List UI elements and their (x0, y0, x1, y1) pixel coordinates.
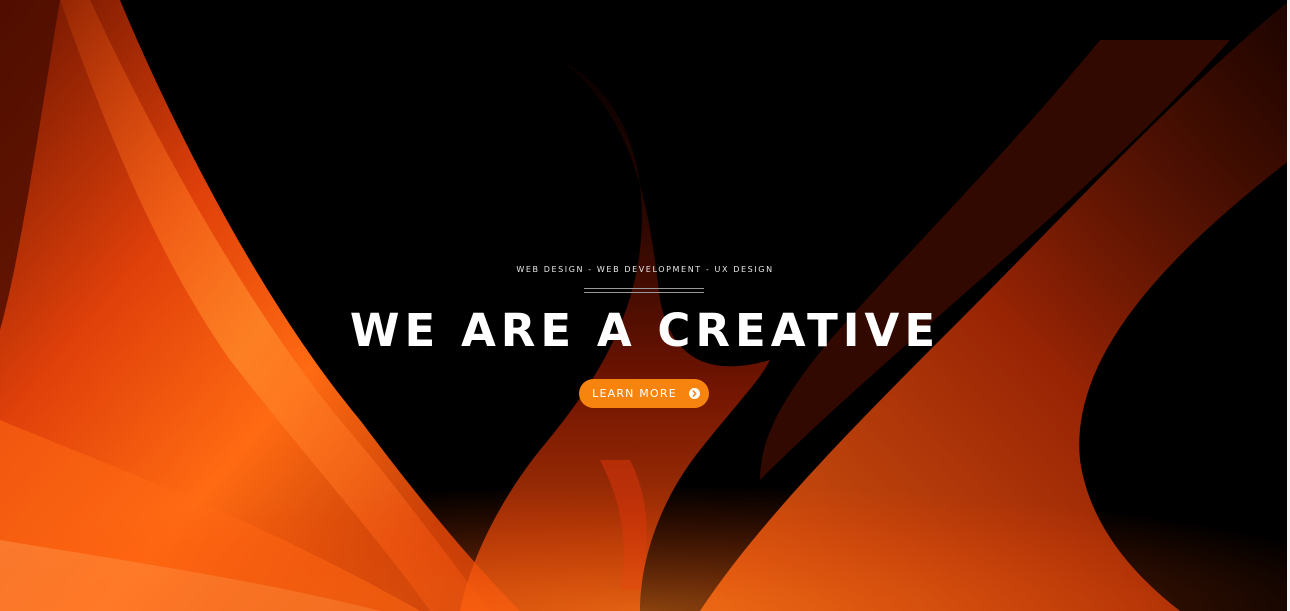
hero-divider (584, 288, 704, 293)
hero-content: WEB DESIGN - WEB DEVELOPMENT - UX DESIGN… (0, 0, 1290, 611)
hero-headline: WE ARE A CREATIVE (349, 304, 941, 357)
learn-more-button[interactable]: LEARN MORE (579, 379, 709, 408)
hero-tagline: WEB DESIGN - WEB DEVELOPMENT - UX DESIGN (516, 265, 774, 274)
chevron-circle-right-icon (688, 388, 700, 399)
hero-section: WEB DESIGN - WEB DEVELOPMENT - UX DESIGN… (0, 0, 1290, 611)
learn-more-label: LEARN MORE (592, 387, 677, 400)
